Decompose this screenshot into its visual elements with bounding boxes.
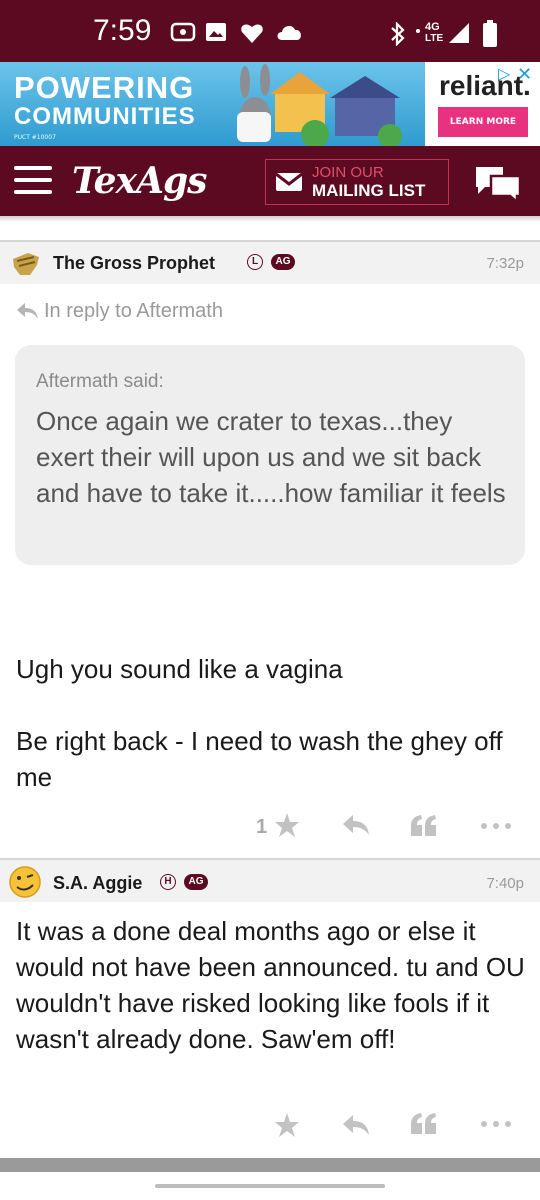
ad-banner[interactable]: POWERING COMMUNITIES PUCT #10007 ▷ ✕ rel…	[0, 62, 540, 146]
svg-text:4G: 4G	[425, 21, 440, 33]
mailing-line1: JOIN OUR	[312, 164, 384, 181]
reply-icon[interactable]	[342, 814, 370, 836]
ad-artwork[interactable]: POWERING COMMUNITIES PUCT #10007	[0, 62, 425, 146]
gesture-nav-bar[interactable]	[155, 1184, 385, 1188]
ad-brand-panel[interactable]: ▷ ✕ reliant. LEARN MORE	[425, 62, 540, 146]
svg-text:LTE: LTE	[425, 33, 443, 44]
star-count: 1	[256, 816, 268, 838]
star-icon[interactable]	[274, 1112, 300, 1138]
battery-icon	[483, 20, 497, 47]
post-time: 7:32p	[486, 255, 524, 272]
cloud-icon	[277, 26, 301, 40]
quote-icon[interactable]	[410, 1112, 438, 1136]
status-bar: 7:59 4G LTE	[0, 0, 540, 62]
hometown-badge: H	[160, 874, 176, 890]
ad-illustration	[237, 64, 402, 146]
learn-more-button[interactable]: LEARN MORE	[438, 107, 528, 137]
menu-icon[interactable]	[14, 166, 52, 196]
image-icon	[206, 23, 226, 41]
header-shadow	[0, 216, 540, 222]
site-logo[interactable]: TexAgs	[72, 160, 207, 202]
mail-icon	[275, 172, 303, 191]
reply-to-text: In reply to Aftermath	[44, 300, 223, 322]
bluetooth-icon	[391, 22, 405, 46]
post-header: The Gross Prophet L AG 7:32p	[0, 240, 540, 284]
clock: 7:59	[93, 14, 152, 47]
quote-text: Once again we crater to texas...they exe…	[36, 406, 506, 508]
heart-icon	[241, 24, 263, 43]
mailing-list-button[interactable]: JOIN OUR MAILING LIST	[265, 159, 449, 205]
mailing-line2: MAILING LIST	[312, 181, 426, 200]
nfc-icon	[170, 22, 196, 42]
post-body-line: Ugh you sound like a vagina	[16, 654, 343, 684]
author-name[interactable]: S.A. Aggie	[53, 873, 142, 894]
ad-brand: reliant.	[439, 70, 531, 101]
quote-icon[interactable]	[410, 814, 438, 838]
star-icon[interactable]	[274, 812, 300, 838]
reply-icon[interactable]	[342, 1114, 370, 1136]
post-body: It was a done deal months ago or else it…	[16, 916, 525, 1054]
quote-box: Aftermath said: Once again we crater to …	[15, 345, 525, 565]
more-icon[interactable]	[480, 1120, 512, 1128]
avatar[interactable]	[8, 865, 42, 899]
post-header: S.A. Aggie H AG 7:40p	[0, 858, 540, 902]
post-body-line: Be right back - I need to wash the ghey …	[16, 726, 503, 792]
ag-badge: AG	[184, 874, 208, 890]
ad-headline-1: POWERING	[14, 70, 195, 105]
quote-author: Aftermath said:	[36, 371, 164, 392]
chat-icon[interactable]	[473, 163, 523, 203]
ad-fine-print: PUCT #10007	[14, 134, 56, 141]
signal-4g-icon: 4GLTE	[416, 21, 469, 44]
reply-to-link[interactable]: In reply to Aftermath	[16, 300, 223, 323]
next-post-divider	[0, 1158, 540, 1172]
post-actions	[0, 1108, 540, 1148]
ag-badge: AG	[271, 254, 295, 270]
ad-headline-2: COMMUNITIES	[14, 103, 196, 130]
more-icon[interactable]	[480, 822, 512, 830]
author-name[interactable]: The Gross Prophet	[53, 253, 215, 274]
lifetime-badge: L	[247, 254, 263, 270]
avatar[interactable]	[10, 251, 42, 277]
post-actions: 1	[0, 808, 540, 848]
reply-icon	[17, 303, 38, 319]
post-time: 7:40p	[486, 875, 524, 892]
